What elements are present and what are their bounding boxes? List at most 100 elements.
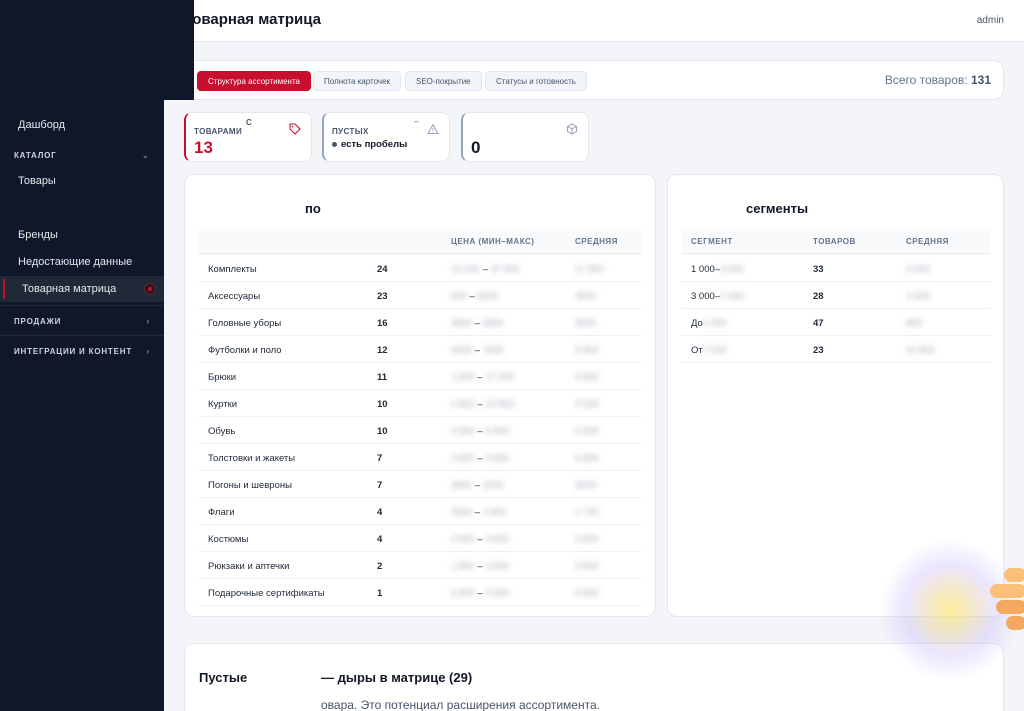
sidebar-item-products[interactable]: Товары [0,168,164,194]
category-name: Костюмы [208,534,249,545]
sidebar-item-brands[interactable]: Бренды [0,222,164,248]
category-count: 10 [377,426,388,437]
table-row[interactable]: Костюмы 4 3 800 – 3 800 3 800 [199,525,642,552]
category-avg-price: 3500 [575,318,597,329]
category-name: Рюкзаки и аптечки [208,561,290,572]
category-price-range: 4 800 – 10 800 [451,399,515,410]
category-count: 7 [377,480,383,491]
gaps-description: овара. Это потенциал расширения ассортим… [321,698,600,711]
gaps-title-left: Пустые [199,670,248,685]
table-row[interactable]: Брюки 11 1 800 – 17 000 3 800 [199,363,642,390]
category-price-range: 1 800 – 3 800 [451,561,510,572]
category-name: Головные уборы [208,318,282,329]
segment-avg-price: 10 800 [906,345,936,356]
table-row[interactable]: Аксессуары 23 600 – 8000 3600 [199,282,642,309]
segments-table-header: СЕГМЕНТ ТОВАРОВ СРЕДНЯЯ [682,229,990,254]
gaps-panel: Пустые — дыры в матрице (29) овара. Это … [184,643,1004,711]
segment-count: 47 [813,318,824,329]
segment-count: 23 [813,345,824,356]
stat-card-empty: – ПУСТЫХ есть пробелы [322,112,450,162]
table-row[interactable]: От7 000 23 10 800 [682,336,990,363]
category-name: Подарочные сертификаты [208,588,325,599]
sidebar-section-catalog[interactable]: КАТАЛОГ ⌄ [0,147,164,163]
table-row[interactable]: Футболки и поло 12 4000 – 7800 5 800 [199,336,642,363]
category-count: 23 [377,291,388,302]
table-row[interactable]: До1 000 47 800 [682,309,990,336]
category-price-range: 3 800 – 5 800 [451,453,510,464]
total-products: Всего товаров: 131 [884,73,991,87]
gaps-title-right: — дыры в матрице (29) [321,670,473,685]
segment-range: От7 000 [691,345,727,356]
table-row[interactable]: Комплекты 24 12 000 – 37 800 17 800 [199,255,642,282]
table-row[interactable]: Головные уборы 16 3800 – 5800 3500 [199,309,642,336]
table-row[interactable]: Подарочные сертификаты 1 5 800 – 5 800 5 80… [199,579,642,606]
tag-icon [289,123,301,135]
category-name: Футболки и поло [208,345,282,356]
category-name: Флаги [208,507,235,518]
category-avg-price: 3 800 [575,534,599,545]
tab-bar: Структура ассортимента Полнота карточек … [184,60,1004,100]
segment-range: До1 000 [691,318,727,329]
segment-count: 28 [813,291,824,302]
chevron-right-icon: › [146,316,150,326]
category-price-range: 12 000 – 37 800 [451,264,520,275]
category-avg-price: 17 800 [575,264,605,275]
stat-card-third: 0 [461,112,589,162]
segments-title: сегменты [746,201,809,216]
table-row[interactable]: 3 000–7 000 28 4 500 [682,282,990,309]
tab-status-readiness[interactable]: Статусы и готовность [485,71,587,91]
table-row[interactable]: Рюкзаки и аптечки 2 1 800 – 3 800 3 800 [199,552,642,579]
category-avg-price: 5 800 [575,345,599,356]
segment-range: 3 000–7 000 [691,291,744,302]
category-avg-price: 5 800 [575,588,599,599]
stat-card-with-products: С ТОВАРАМИ 13 [184,112,312,162]
segment-range: 1 000–3 000 [691,264,744,275]
sidebar-divider [0,335,164,336]
category-name: Аксессуары [208,291,261,302]
table-row[interactable]: Толстовки и жакеты 7 3 800 – 5 800 4 800 [199,444,642,471]
tab-assortment-structure[interactable]: Структура ассортимента [197,71,311,91]
category-price-range: 600 – 8000 [451,291,499,302]
category-count: 4 [377,534,383,545]
category-name: Брюки [208,372,237,383]
category-count: 12 [377,345,388,356]
category-name: Куртки [208,399,238,410]
sidebar-item-missing-data[interactable]: Недостающие данные [0,249,164,275]
sidebar-item-dashboard[interactable]: Дашборд [0,112,164,138]
category-price-range: 3500 – 3 800 [451,507,507,518]
status-dot-icon [332,142,337,147]
page-title: Товарная матрица [184,11,321,28]
segment-avg-price: 4 500 [906,291,930,302]
sidebar-section-integrations[interactable]: ИНТЕГРАЦИИ И КОНТЕНТ › [0,343,164,359]
category-avg-price: 9 500 [575,399,599,410]
category-price-range: 1 800 – 17 000 [451,372,515,383]
segment-avg-price: 800 [906,318,922,329]
category-count: 11 [377,372,388,383]
sidebar-overlay [164,0,194,100]
table-row[interactable]: Обувь 10 4 800 – 5 800 5 500 [199,417,642,444]
table-row[interactable]: Флаги 4 3500 – 3 800 1 700 [199,498,642,525]
category-price-range: 5 800 – 5 800 [451,588,510,599]
category-price-range: 3800 – 3000 [451,480,504,491]
category-count: 1 [377,588,383,599]
tab-card-completeness[interactable]: Полнота карточек [313,71,401,91]
table-row[interactable]: Погоны и шевроны 7 3800 – 3000 3600 [199,471,642,498]
chevron-down-icon: ⌄ [141,149,150,160]
sidebar-section-sales[interactable]: ПРОДАЖИ › [0,313,164,329]
tab-seo-coverage[interactable]: SEO-покрытие [405,71,482,91]
table-row[interactable]: 1 000–3 000 33 2 500 [682,255,990,282]
category-name: Обувь [208,426,236,437]
sidebar-item-product-matrix[interactable]: Товарная матрица [0,276,164,302]
category-price-range: 3 800 – 3 800 [451,534,510,545]
category-count: 10 [377,399,388,410]
table-row[interactable]: Куртки 10 4 800 – 10 800 9 500 [199,390,642,417]
category-price-range: 4000 – 7800 [451,345,504,356]
category-count: 4 [377,507,383,518]
user-menu[interactable]: admin [977,15,1004,26]
box-icon [567,123,577,135]
category-name: Толстовки и жакеты [208,453,296,464]
segments-panel: сегменты СЕГМЕНТ ТОВАРОВ СРЕДНЯЯ 1 000–3… [667,174,1004,617]
pointing-hand-icon [990,568,1024,630]
sidebar-divider [0,305,164,306]
warning-icon [427,123,439,134]
